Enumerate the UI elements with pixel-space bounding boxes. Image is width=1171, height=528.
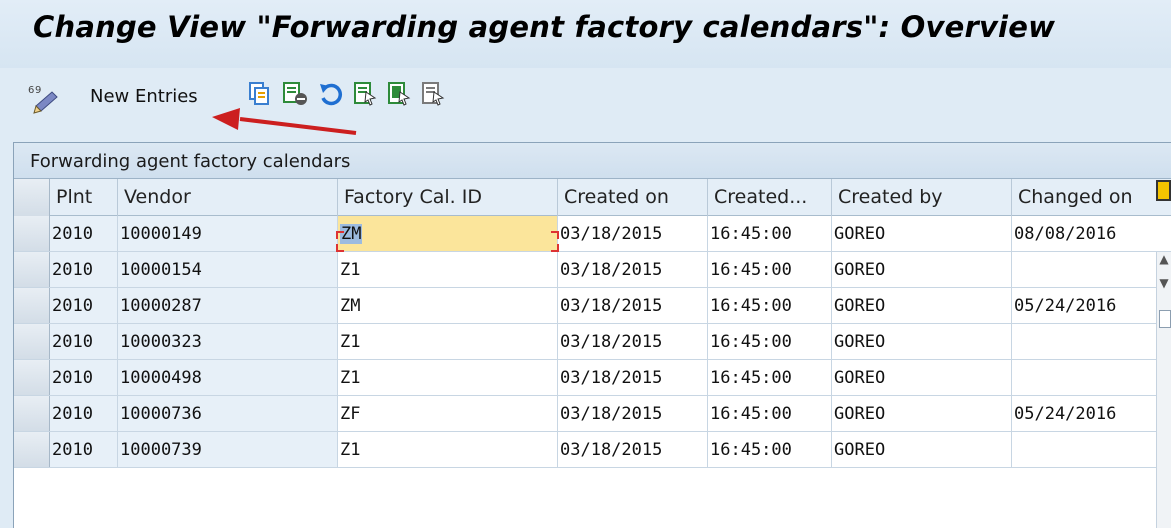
column-settings-icon[interactable] <box>1156 180 1171 201</box>
table-control: Forwarding agent factory calendars Plnt … <box>13 142 1171 528</box>
scroll-down-icon[interactable]: ▼ <box>1157 276 1171 296</box>
changed-on-cell: 05/24/2016 <box>1014 296 1117 316</box>
focus-corner-marker <box>551 231 559 239</box>
changed-on-cell <box>1012 324 1157 359</box>
created-by-cell: GOREO <box>832 432 1012 467</box>
table-row: 2010 10000498 Z1 03/18/2015 16:45:00 GOR… <box>14 360 1171 396</box>
created-on-cell: 03/18/2015 <box>558 288 708 323</box>
plant-cell: 2010 <box>50 288 118 323</box>
row-selector[interactable] <box>14 288 50 323</box>
column-header-row: Plnt Vendor Factory Cal. ID Created on C… <box>14 179 1171 216</box>
column-header-created-on[interactable]: Created on <box>558 179 708 216</box>
deselect-all-icon[interactable] <box>420 80 446 108</box>
page-title: Change View "Forwarding agent factory ca… <box>33 10 1056 44</box>
undo-icon[interactable] <box>318 80 344 108</box>
created-on-cell: 03/18/2015 <box>558 216 708 251</box>
row-selector[interactable] <box>14 396 50 431</box>
vendor-cell: 10000287 <box>118 288 338 323</box>
created-on-cell: 03/18/2015 <box>558 396 708 431</box>
row-selector[interactable] <box>14 324 50 359</box>
created-at-cell: 16:45:00 <box>708 288 832 323</box>
vendor-cell: 10000739 <box>118 432 338 467</box>
created-by-cell: GOREO <box>832 252 1012 287</box>
row-selector[interactable] <box>14 216 50 251</box>
column-header-created-by[interactable]: Created by <box>832 179 1012 216</box>
created-on-cell: 03/18/2015 <box>558 360 708 395</box>
plant-cell: 2010 <box>50 432 118 467</box>
created-by-cell: GOREO <box>832 324 1012 359</box>
vendor-cell: 10000149 <box>118 216 338 251</box>
title-bar: Change View "Forwarding agent factory ca… <box>0 0 1171 68</box>
vendor-cell: 10000498 <box>118 360 338 395</box>
created-at-cell: 16:45:00 <box>708 360 832 395</box>
changed-on-cell: 05/24/2016 <box>1014 404 1117 424</box>
plant-cell: 2010 <box>50 324 118 359</box>
factory-calendar-input[interactable]: Z1 <box>338 360 558 395</box>
svg-text:6: 6 <box>28 85 34 96</box>
plant-cell: 2010 <box>50 396 118 431</box>
created-by-cell: GOREO <box>832 288 1012 323</box>
column-header-created-at[interactable]: Created... <box>708 179 832 216</box>
plant-cell: 2010 <box>50 252 118 287</box>
row-selector[interactable] <box>14 252 50 287</box>
changed-on-cell <box>1012 252 1157 287</box>
changed-on-cell: 08/08/2016 <box>1014 224 1117 244</box>
focus-corner-marker <box>336 231 344 239</box>
column-header-vendor[interactable]: Vendor <box>118 179 338 216</box>
created-on-cell: 03/18/2015 <box>558 252 708 287</box>
row-selector[interactable] <box>14 360 50 395</box>
factory-calendar-input[interactable]: Z1 <box>338 252 558 287</box>
created-at-cell: 16:45:00 <box>708 432 832 467</box>
select-all-icon[interactable] <box>352 80 378 108</box>
changed-on-cell <box>1012 432 1157 467</box>
copy-icon[interactable] <box>247 80 271 108</box>
created-by-cell: GOREO <box>832 216 1012 251</box>
delete-icon[interactable] <box>282 80 308 108</box>
factory-calendar-input[interactable]: Z1 <box>338 432 558 467</box>
created-at-cell: 16:45:00 <box>708 216 832 251</box>
factory-calendar-input[interactable]: ZF <box>338 396 558 431</box>
svg-text:9: 9 <box>35 85 41 96</box>
new-entries-button[interactable]: New Entries <box>90 86 198 107</box>
table-row: 2010 10000154 Z1 03/18/2015 16:45:00 GOR… <box>14 252 1171 288</box>
table-row: 2010 10000736 ZF 03/18/2015 16:45:00 GOR… <box>14 396 1171 432</box>
changed-on-cell <box>1012 360 1157 395</box>
focus-corner-marker <box>551 244 559 252</box>
select-block-icon[interactable] <box>386 80 412 108</box>
scrollbar-thumb[interactable] <box>1159 310 1171 328</box>
created-by-cell: GOREO <box>832 360 1012 395</box>
column-header-factory-calendar[interactable]: Factory Cal. ID <box>338 179 558 216</box>
created-by-cell: GOREO <box>832 396 1012 431</box>
table-title-bar: Forwarding agent factory calendars <box>14 143 1171 179</box>
row-selector[interactable] <box>14 432 50 467</box>
scroll-up-icon[interactable]: ▲ <box>1157 252 1171 272</box>
vendor-cell: 10000736 <box>118 396 338 431</box>
table-row: 2010 10000323 Z1 03/18/2015 16:45:00 GOR… <box>14 324 1171 360</box>
table-row: 2010 10000287 ZM 03/18/2015 16:45:00 GOR… <box>14 288 1171 324</box>
vertical-scrollbar[interactable]: ▲ ▼ <box>1156 252 1171 528</box>
factory-calendar-input[interactable]: Z1 <box>338 324 558 359</box>
factory-calendar-input[interactable]: ZM <box>338 216 558 251</box>
created-at-cell: 16:45:00 <box>708 252 832 287</box>
factory-calendar-input[interactable]: ZM <box>338 288 558 323</box>
column-header-plant[interactable]: Plnt <box>50 179 118 216</box>
table-row: 2010 10000739 Z1 03/18/2015 16:45:00 GOR… <box>14 432 1171 468</box>
column-header-changed-on[interactable]: Changed on <box>1012 179 1157 216</box>
display-change-icon[interactable]: 6 9 <box>26 80 68 116</box>
created-at-cell: 16:45:00 <box>708 324 832 359</box>
focus-corner-marker <box>336 244 344 252</box>
vendor-cell: 10000154 <box>118 252 338 287</box>
plant-cell: 2010 <box>50 360 118 395</box>
vendor-cell: 10000323 <box>118 324 338 359</box>
table-title: Forwarding agent factory calendars <box>30 151 351 172</box>
created-on-cell: 03/18/2015 <box>558 324 708 359</box>
created-at-cell: 16:45:00 <box>708 396 832 431</box>
select-all-rows-button[interactable] <box>14 179 50 216</box>
plant-cell: 2010 <box>50 216 118 251</box>
table-row: 2010 10000149 ZM 03/18/2015 16:45:00 GOR… <box>14 216 1171 252</box>
created-on-cell: 03/18/2015 <box>558 432 708 467</box>
